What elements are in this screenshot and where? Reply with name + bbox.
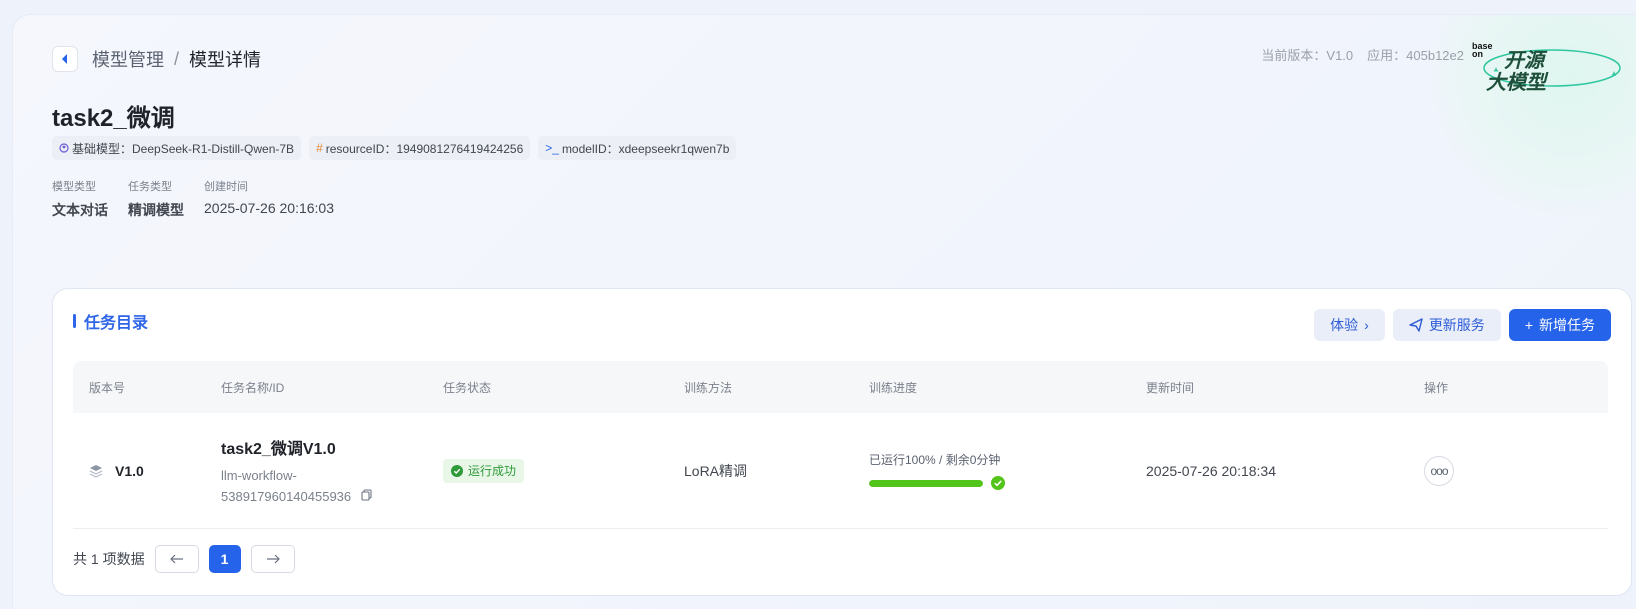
- robot-icon: [59, 143, 69, 153]
- terminal-icon: >_: [545, 141, 559, 155]
- prev-page-button[interactable]: [154, 545, 199, 573]
- table-row[interactable]: V1.0 task2_微调V1.0 llm-workflow- 53891796…: [73, 413, 1608, 529]
- base-model-text: 基础模型：DeepSeek-R1-Distill-Qwen-7B: [72, 141, 295, 156]
- actions-cell: ooo: [1424, 455, 1524, 486]
- created-time-label: 创建时间: [204, 181, 248, 193]
- model-id-tag: >_ modelID：xdeepseekr1qwen7b: [538, 136, 737, 160]
- version-value: V1.0: [115, 462, 144, 479]
- updated-cell: 2025-07-26 20:18:34: [1146, 462, 1276, 479]
- chevron-right-icon: ›: [1364, 317, 1369, 333]
- app-id: 应用：405b12e2: [1367, 48, 1464, 63]
- progress-bar: [869, 476, 1146, 490]
- resource-id-tag: # resourceID：1949081276419424256: [309, 136, 531, 160]
- col-actions: 操作: [1424, 380, 1449, 395]
- col-updated: 更新时间: [1146, 380, 1195, 395]
- col-progress: 训练进度: [869, 380, 918, 395]
- col-status: 任务状态: [443, 380, 492, 395]
- created-time-value: 2025-07-26 20:16:03: [204, 200, 334, 216]
- task-id: llm-workflow- 538917960140455936: [221, 465, 443, 507]
- arrow-right-icon: [266, 554, 280, 564]
- task-id-line2: 538917960140455936: [221, 488, 352, 504]
- version-cell: V1.0: [73, 463, 221, 479]
- breadcrumb: 模型管理 / 模型详情: [92, 46, 261, 72]
- breadcrumb-separator: /: [174, 48, 180, 69]
- try-button[interactable]: 体验 ›: [1314, 309, 1385, 341]
- col-task-name: 任务名称/ID: [221, 380, 285, 395]
- task-name[interactable]: task2_微调V1.0: [221, 435, 443, 459]
- task-type-label: 任务类型: [128, 181, 172, 193]
- check-circle-icon: [991, 476, 1005, 490]
- update-service-label: 更新服务: [1428, 317, 1485, 333]
- task-type-value: 精调模型: [128, 202, 184, 218]
- task-type: 任务类型 精调模型: [128, 178, 184, 220]
- update-service-button[interactable]: 更新服务: [1392, 309, 1501, 341]
- page-number[interactable]: 1: [208, 545, 241, 573]
- add-task-button[interactable]: + 新增任务: [1508, 309, 1611, 341]
- breadcrumb-model-detail: 模型详情: [189, 50, 262, 70]
- model-type-value: 文本对话: [52, 202, 108, 218]
- status-text: 运行成功: [468, 464, 517, 478]
- task-panel: 任务目录 体验 › 更新服务 + 新增任务 版本号 任务名称/ID 任务状态 训…: [52, 288, 1632, 596]
- add-task-label: 新增任务: [1539, 317, 1595, 333]
- progress-cell: 已运行100% / 剩余0分钟: [869, 451, 1146, 490]
- panel-title: 任务目录: [73, 309, 148, 333]
- check-circle-icon: [451, 464, 463, 477]
- col-method: 训练方法: [684, 380, 733, 395]
- try-button-label: 体验: [1330, 317, 1359, 333]
- tag-list: 基础模型：DeepSeek-R1-Distill-Qwen-7B # resou…: [52, 136, 737, 160]
- send-icon: [1409, 318, 1423, 332]
- progress-fill: [869, 479, 983, 487]
- copy-icon[interactable]: [361, 488, 373, 501]
- status-cell: 运行成功: [443, 458, 684, 483]
- meta-info: 模型类型 文本对话 任务类型 精调模型 创建时间 2025-07-26 20:1…: [52, 178, 334, 220]
- resource-id-text: resourceID：1949081276419424256: [325, 141, 524, 156]
- base-model-tag: 基础模型：DeepSeek-R1-Distill-Qwen-7B: [52, 136, 302, 160]
- task-table: 版本号 任务名称/ID 任务状态 训练方法 训练进度 更新时间 操作 V1.0 …: [73, 361, 1608, 529]
- more-icon: ooo: [1430, 463, 1448, 478]
- current-version: 当前版本：V1.0: [1261, 48, 1354, 63]
- open-source-llm-logo: base on 开源 大模型: [1472, 42, 1622, 94]
- created-time: 创建时间 2025-07-26 20:16:03: [204, 178, 334, 220]
- status-badge: 运行成功: [443, 458, 525, 483]
- plus-icon: +: [1524, 317, 1533, 333]
- layers-icon: [89, 464, 103, 478]
- task-name-cell: task2_微调V1.0 llm-workflow- 5389179601404…: [221, 435, 443, 507]
- progress-track: [869, 479, 983, 487]
- table-header: 版本号 任务名称/ID 任务状态 训练方法 训练进度 更新时间 操作: [73, 361, 1608, 413]
- next-page-button[interactable]: [250, 545, 295, 573]
- pagination: 共 1 项数据 1: [73, 545, 295, 573]
- breadcrumb-model-management[interactable]: 模型管理: [92, 46, 164, 72]
- progress-text: 已运行100% / 剩余0分钟: [869, 453, 1001, 467]
- back-button[interactable]: [52, 46, 78, 72]
- method-cell: LoRA精调: [684, 462, 748, 479]
- chevron-left-icon: [62, 54, 67, 64]
- col-version: 版本号: [89, 380, 126, 395]
- total-count: 共 1 项数据: [73, 551, 145, 567]
- model-type-label: 模型类型: [52, 181, 96, 193]
- panel-title-text: 任务目录: [84, 315, 149, 332]
- more-actions-button[interactable]: ooo: [1424, 455, 1454, 486]
- model-id-text: modelID：xdeepseekr1qwen7b: [561, 141, 730, 156]
- version-info: 当前版本：V1.0 应用：405b12e2: [1261, 45, 1464, 64]
- model-type: 模型类型 文本对话: [52, 178, 108, 220]
- task-id-line1: llm-workflow-: [221, 467, 297, 483]
- title-bar: [73, 314, 76, 328]
- panel-actions: 体验 › 更新服务 + 新增任务: [1314, 309, 1611, 341]
- hash-icon: #: [316, 141, 323, 155]
- page-title: task2_微调: [52, 105, 175, 132]
- arrow-left-icon: [169, 554, 183, 564]
